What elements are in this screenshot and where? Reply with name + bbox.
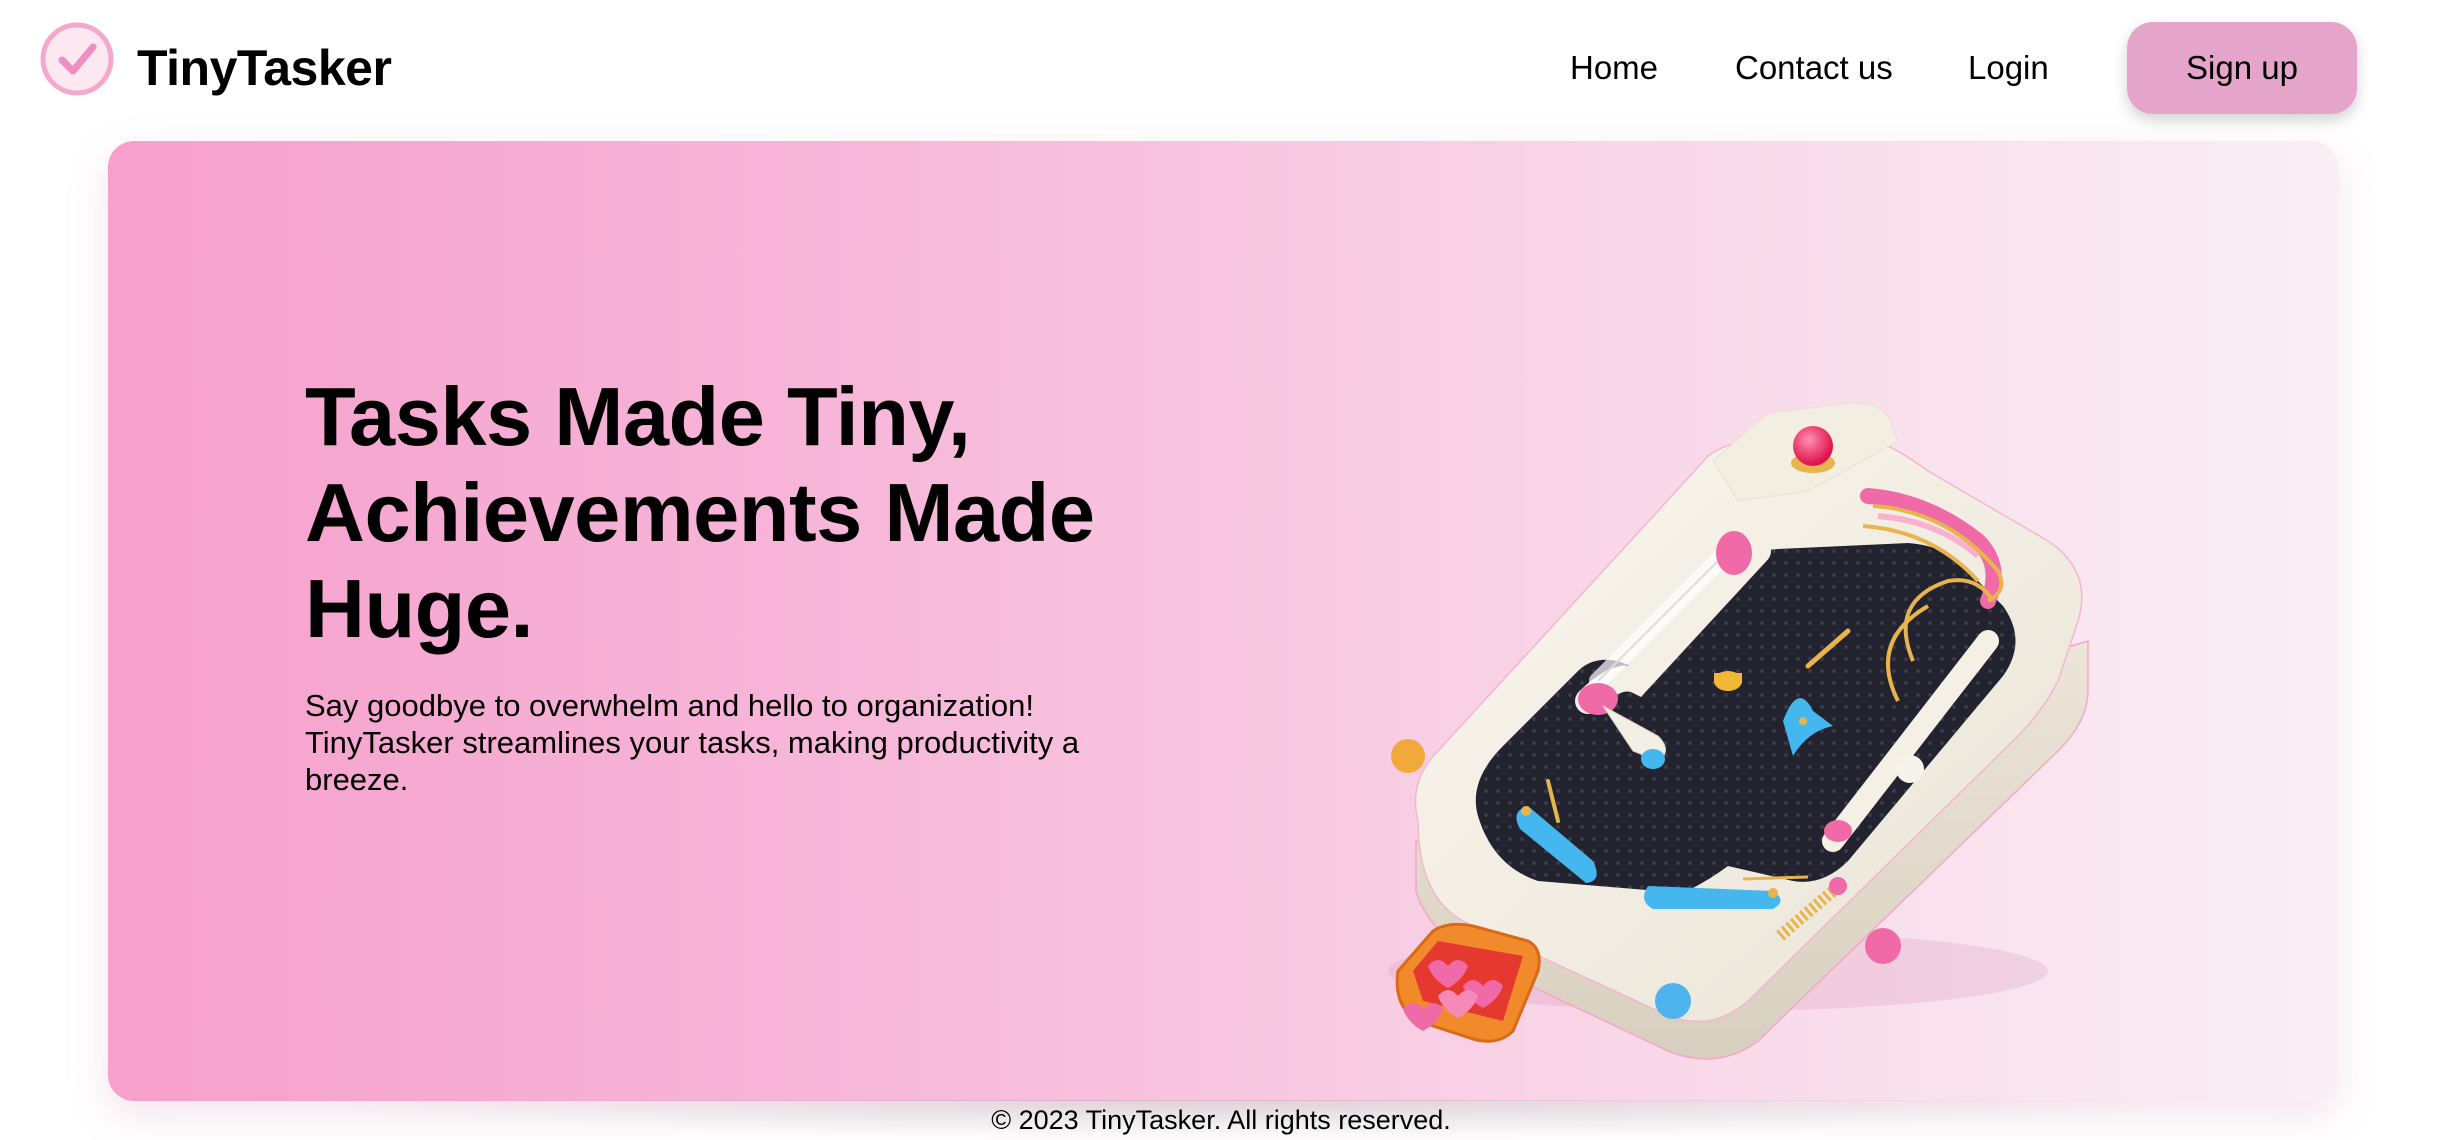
navbar: TinyTasker Home Contact us Login Sign up: [0, 0, 2442, 138]
check-circle-icon[interactable]: [38, 20, 116, 98]
hero-headline: Tasks Made Tiny, Achievements Made Huge.: [305, 370, 1095, 655]
nav-login-link[interactable]: Login: [1968, 44, 2049, 92]
signup-button[interactable]: Sign up: [2127, 22, 2357, 114]
footer-copyright: © 2023 TinyTasker. All rights reserved.: [991, 1105, 1451, 1135]
hero-section: Tasks Made Tiny, Achievements Made Huge.…: [108, 141, 2338, 1101]
hero-subtext: Say goodbye to overwhelm and hello to or…: [305, 688, 1080, 797]
nav-home-link[interactable]: Home: [1570, 44, 1658, 92]
brand-name[interactable]: TinyTasker: [137, 36, 392, 100]
nav-contact-link[interactable]: Contact us: [1735, 44, 1893, 92]
pinball-machine-illustration: [1388, 402, 2089, 1060]
page: TinyTasker Home Contact us Login Sign up…: [0, 0, 2442, 1140]
